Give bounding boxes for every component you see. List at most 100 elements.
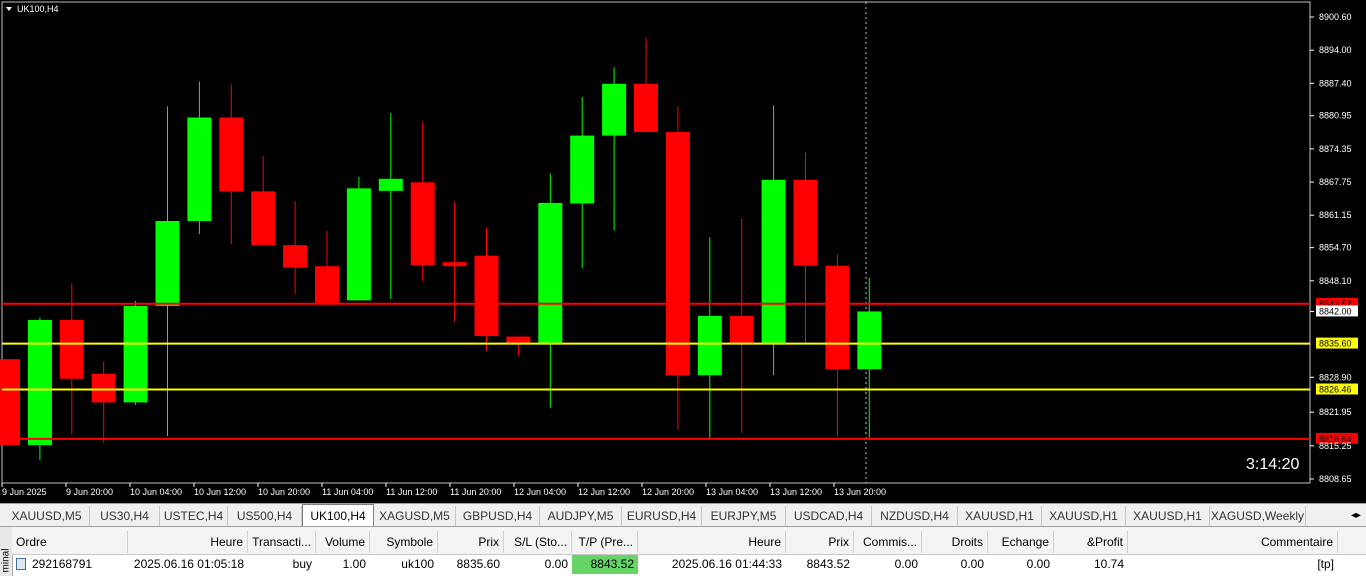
time-axis-tick-label: 9 Jun 2025	[2, 487, 47, 497]
candle-body[interactable]	[378, 178, 403, 191]
column-header[interactable]: Ordre	[12, 531, 128, 553]
tab-eurjpy-m5[interactable]: EURJPY,M5	[702, 506, 786, 526]
tab-audjpy-m5[interactable]: AUDJPY,M5	[540, 506, 622, 526]
candle-body[interactable]	[857, 311, 882, 370]
candle-body[interactable]	[283, 245, 308, 268]
tab-xauusd-h1[interactable]: XAUUSD,H1	[958, 506, 1042, 526]
candle-body[interactable]	[410, 182, 435, 266]
column-header[interactable]: Transacti...	[248, 531, 316, 553]
tab-xauusd-h1[interactable]: XAUUSD,H1	[1042, 506, 1126, 526]
terminal-panel: minal Ordre Heure Transacti... Volume Symbol…	[0, 526, 1366, 576]
candle-body[interactable]	[793, 179, 818, 266]
price-axis-tick-label: 8848.10	[1319, 276, 1352, 286]
price-axis-tick-label: 8887.40	[1319, 78, 1352, 88]
price-chart[interactable]: UK100,H4 8843.52 8835.60 8826.46 8816.64 8842…	[0, 0, 1366, 503]
time-axis-tick-label: 10 Jun 20:00	[258, 487, 310, 497]
tab-usdcad-h4[interactable]: USDCAD,H4	[786, 506, 872, 526]
cell-echange: 0.00	[1026, 557, 1050, 571]
candle-body[interactable]	[570, 135, 595, 204]
column-header[interactable]: S/L (Sto...	[504, 531, 572, 553]
column-header[interactable]: Volume	[316, 531, 370, 553]
column-header[interactable]: Echange	[988, 531, 1054, 553]
tab-us30-h4[interactable]: US30,H4	[90, 506, 160, 526]
candle-body[interactable]	[442, 262, 467, 267]
time-axis-tick-label: 13 Jun 20:00	[834, 487, 886, 497]
tab-us500-h4[interactable]: US500,H4	[228, 506, 302, 526]
candle-body[interactable]	[59, 319, 84, 379]
candle-body[interactable]	[506, 336, 531, 344]
time-axis-tick-label: 11 Jun 20:00	[450, 487, 501, 497]
cell-profit: 10.74	[1093, 557, 1124, 571]
price-axis-tick-label: 8880.95	[1319, 111, 1352, 121]
chart-tabs-bar: XAUUSD,M5 US30,H4 USTEC,H4 US500,H4 UK100,H4…	[0, 503, 1366, 527]
cell-droits: 0.00	[960, 557, 984, 571]
cell-sl: 0.00	[544, 557, 568, 571]
column-header[interactable]: Droits	[922, 531, 988, 553]
column-header[interactable]: Commentaire	[1128, 531, 1338, 553]
cell-prix: 8835.60	[456, 557, 500, 571]
candle-body[interactable]	[697, 315, 722, 376]
candle-body[interactable]	[251, 191, 276, 246]
candle-body[interactable]	[825, 265, 850, 370]
cell-commission: 0.00	[894, 557, 918, 571]
time-axis-tick-label: 12 Jun 20:00	[642, 487, 694, 497]
candle-countdown-timer: 3:14:20	[1246, 456, 1299, 473]
candle-body[interactable]	[0, 359, 20, 446]
price-level-label: 8835.60	[1319, 339, 1352, 349]
tab-ustec-h4[interactable]: USTEC,H4	[160, 506, 228, 526]
column-header[interactable]: Heure	[128, 531, 248, 553]
tab-xagusd-m5[interactable]: XAGUSD,M5	[374, 506, 456, 526]
candle-body[interactable]	[219, 117, 244, 192]
candle-body[interactable]	[155, 220, 180, 306]
tab-eurusd-h4[interactable]: EURUSD,H4	[622, 506, 702, 526]
price-axis-tick-label: 8815.25	[1319, 441, 1352, 451]
column-header[interactable]: T/P (Pre...	[572, 531, 638, 553]
price-axis-tick-label: 8828.90	[1319, 372, 1352, 382]
candle-body[interactable]	[602, 83, 627, 136]
candlestick-chart[interactable]: UK100,H48843.528835.608826.468816.648842…	[0, 0, 1366, 503]
cell-commentaire: [tp]	[1317, 557, 1334, 571]
candle-body[interactable]	[665, 132, 690, 376]
price-axis-tick-label: 8874.35	[1319, 144, 1352, 154]
tab-scroll-arrows-icon[interactable]: ◂▸	[1348, 508, 1364, 524]
tab-uk100-h4[interactable]: UK100,H4	[302, 504, 374, 527]
order-document-icon	[16, 558, 26, 570]
column-header[interactable]: Commis...	[854, 531, 922, 553]
tab-gbpusd-h4[interactable]: GBPUSD,H4	[456, 506, 540, 526]
price-level-label: 8826.46	[1319, 385, 1352, 395]
column-header[interactable]: Prix	[786, 531, 854, 553]
price-axis-tick-label: 8861.15	[1319, 210, 1352, 220]
terminal-label: minal	[0, 548, 12, 573]
candle-body[interactable]	[538, 202, 563, 344]
candle-body[interactable]	[187, 117, 212, 221]
candle-body[interactable]	[346, 188, 371, 301]
column-header[interactable]: &Profit	[1054, 531, 1128, 553]
chart-frame	[1, 1, 1311, 484]
chart-title: UK100,H4	[17, 4, 59, 14]
chart-menu-triangle-icon[interactable]	[6, 7, 12, 11]
candle-body[interactable]	[634, 83, 658, 133]
column-header[interactable]: Symbole	[370, 531, 438, 553]
time-axis-tick-label: 11 Jun 04:00	[322, 487, 373, 497]
candle-body[interactable]	[27, 319, 52, 446]
price-axis-tick-label: 8854.70	[1319, 243, 1352, 253]
candle-body[interactable]	[761, 179, 786, 344]
time-axis-tick-label: 13 Jun 04:00	[706, 487, 758, 497]
cell-transaction: buy	[292, 557, 312, 571]
candle-body[interactable]	[474, 255, 499, 337]
time-axis-tick-label: 10 Jun 12:00	[194, 487, 246, 497]
column-header[interactable]: Heure	[638, 531, 786, 553]
candle-body[interactable]	[315, 266, 339, 304]
price-level-label: 8842.00	[1319, 306, 1352, 316]
tab-xauusd-h1[interactable]: XAUUSD,H1	[1126, 506, 1210, 526]
time-axis-tick-label: 9 Jun 20:00	[66, 487, 113, 497]
candle-body[interactable]	[123, 305, 148, 403]
cell-tp: 8843.52	[572, 555, 638, 574]
tab-xagusd-weekly[interactable]: XAGUSD,Weekly	[1210, 506, 1306, 526]
column-header[interactable]: Prix	[438, 531, 504, 553]
tab-xauusd-m5[interactable]: XAUUSD,M5	[4, 506, 90, 526]
time-axis-tick-label: 11 Jun 12:00	[386, 487, 437, 497]
tab-nzdusd-h4[interactable]: NZDUSD,H4	[872, 506, 958, 526]
candle-body[interactable]	[91, 373, 116, 403]
candle-body[interactable]	[729, 315, 754, 344]
